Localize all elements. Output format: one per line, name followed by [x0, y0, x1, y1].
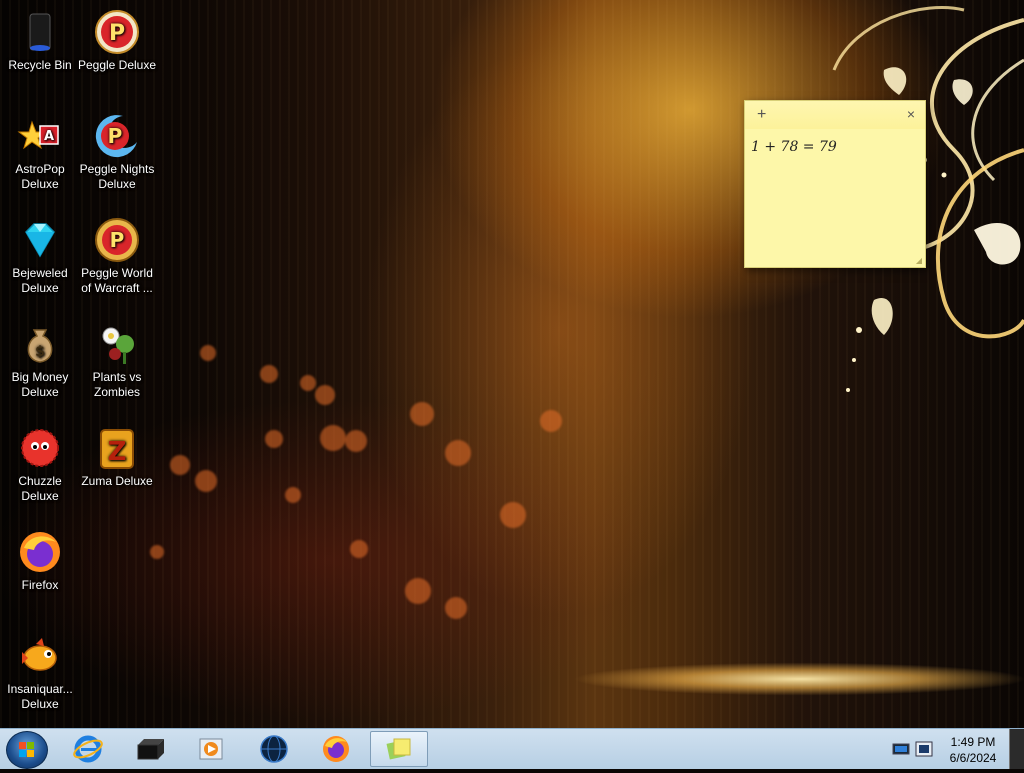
desktop-icon-label: Peggle Deluxe — [77, 58, 157, 72]
desktop-icon-label: Zuma Deluxe — [81, 474, 153, 488]
taskbar-firefox[interactable] — [310, 731, 362, 767]
desktop-icon-peggle-nights[interactable]: P Peggle Nights Deluxe — [77, 112, 157, 192]
new-note-button[interactable]: + — [757, 106, 766, 124]
desktop-icon-insaniquarium[interactable]: Insaniquar... Deluxe — [0, 632, 80, 712]
bokeh-light — [150, 545, 164, 559]
taskbar-internet-explorer[interactable] — [62, 731, 114, 767]
taskbar-globe[interactable] — [248, 731, 300, 767]
plants-vs-zombies-icon — [102, 327, 134, 364]
recycle-bin-icon — [29, 13, 51, 51]
sticky-note-text[interactable]: 1 + 78 = 79 — [751, 139, 837, 155]
internet-explorer-icon — [73, 735, 103, 763]
bokeh-light — [260, 365, 278, 383]
bokeh-light — [540, 410, 562, 432]
show-desktop-button[interactable] — [1009, 729, 1024, 769]
bejeweled-icon — [25, 223, 55, 258]
chuzzle-icon — [21, 429, 59, 467]
peggle-deluxe-icon: P — [95, 10, 139, 54]
network-icon[interactable] — [892, 742, 910, 756]
firefox-icon — [20, 532, 60, 572]
bokeh-light — [285, 487, 301, 503]
astropop-icon: A — [17, 120, 59, 150]
svg-text:A: A — [44, 129, 54, 144]
close-note-button[interactable]: × — [907, 106, 915, 122]
bokeh-light — [405, 578, 431, 604]
bokeh-light — [410, 402, 434, 426]
bokeh-light — [315, 385, 335, 405]
bokeh-light — [320, 425, 346, 451]
bokeh-light — [300, 375, 316, 391]
desktop-icon-bejeweled[interactable]: Bejeweled Deluxe — [0, 216, 80, 296]
sticky-note-window[interactable]: + × 1 + 78 = 79 ◢ — [744, 100, 926, 268]
desktop-icon-recycle-bin[interactable]: Recycle Bin — [0, 8, 80, 73]
insaniquarium-icon — [22, 638, 57, 671]
desktop-icon-big-money[interactable]: $ Big Money Deluxe — [0, 320, 80, 400]
start-button[interactable] — [6, 731, 48, 769]
svg-text:Z: Z — [108, 437, 127, 467]
taskbar-clock[interactable]: 1:49 PM 6/6/2024 — [942, 734, 1004, 766]
desktop-icon-label: Insaniquar... Deluxe — [7, 682, 73, 711]
bokeh-light — [265, 430, 283, 448]
desktop-icon-label: AstroPop Deluxe — [15, 162, 65, 191]
desktop-icon-zuma[interactable]: Z Zuma Deluxe — [77, 424, 157, 489]
desktop-icon-label: Bejeweled Deluxe — [12, 266, 68, 295]
zuma-icon: Z — [100, 429, 134, 469]
clock-date: 6/6/2024 — [949, 751, 997, 765]
svg-text:$: $ — [35, 344, 45, 360]
desktop-icon-label: Firefox — [21, 578, 59, 592]
desktop-icon-astropop[interactable]: A AstroPop Deluxe — [0, 112, 80, 192]
media-player-icon — [199, 738, 223, 760]
money-bag-icon: $ — [27, 329, 53, 363]
svg-text:P: P — [109, 21, 125, 46]
action-center-icon[interactable] — [915, 741, 933, 757]
bokeh-light — [195, 470, 217, 492]
desktop-icon-plants-vs-zombies[interactable]: Plants vs Zombies — [77, 320, 157, 400]
bokeh-light — [170, 455, 190, 475]
svg-text:P: P — [108, 124, 123, 148]
taskbar-terminal[interactable] — [124, 731, 176, 767]
clock-time: 1:49 PM — [950, 735, 996, 749]
taskbar: 1:49 PM 6/6/2024 — [0, 728, 1024, 769]
sticky-note-titlebar[interactable]: + × — [745, 101, 925, 129]
peggle-nights-icon: P — [95, 115, 137, 158]
desktop-icon-label: Big Money Deluxe — [11, 370, 69, 399]
wallpaper-floor-glow — [500, 655, 1024, 703]
bokeh-light — [445, 597, 467, 619]
bokeh-light — [345, 430, 367, 452]
terminal-icon — [137, 739, 164, 760]
svg-text:P: P — [110, 228, 125, 252]
resize-grip-icon[interactable]: ◢ — [916, 256, 922, 265]
desktop-icon-peggle-deluxe[interactable]: P Peggle Deluxe — [77, 8, 157, 73]
desktop-icon-peggle-wow[interactable]: P Peggle World of Warcraft ... — [77, 216, 157, 296]
desktop-icon-label: Peggle Nights Deluxe — [79, 162, 155, 191]
desktop-icon-label: Recycle Bin — [8, 58, 72, 72]
windows-logo-icon — [19, 742, 34, 757]
bokeh-light — [350, 540, 368, 558]
firefox-icon — [323, 736, 349, 762]
bokeh-light — [500, 502, 526, 528]
taskbar-sticky-notes[interactable] — [370, 731, 428, 767]
peggle-wow-icon: P — [95, 218, 139, 262]
sticky-notes-icon — [386, 738, 411, 760]
bokeh-light — [445, 440, 471, 466]
bokeh-light — [200, 345, 216, 361]
desktop-icon-label: Plants vs Zombies — [92, 370, 142, 399]
globe-icon — [260, 735, 288, 763]
desktop-icon-label: Chuzzle Deluxe — [18, 474, 62, 503]
desktop-icon-label: Peggle World of Warcraft ... — [81, 266, 153, 295]
desktop-icon-chuzzle[interactable]: Chuzzle Deluxe — [0, 424, 80, 504]
taskbar-media-player[interactable] — [186, 731, 238, 767]
desktop-icon-firefox[interactable]: Firefox — [0, 528, 80, 593]
